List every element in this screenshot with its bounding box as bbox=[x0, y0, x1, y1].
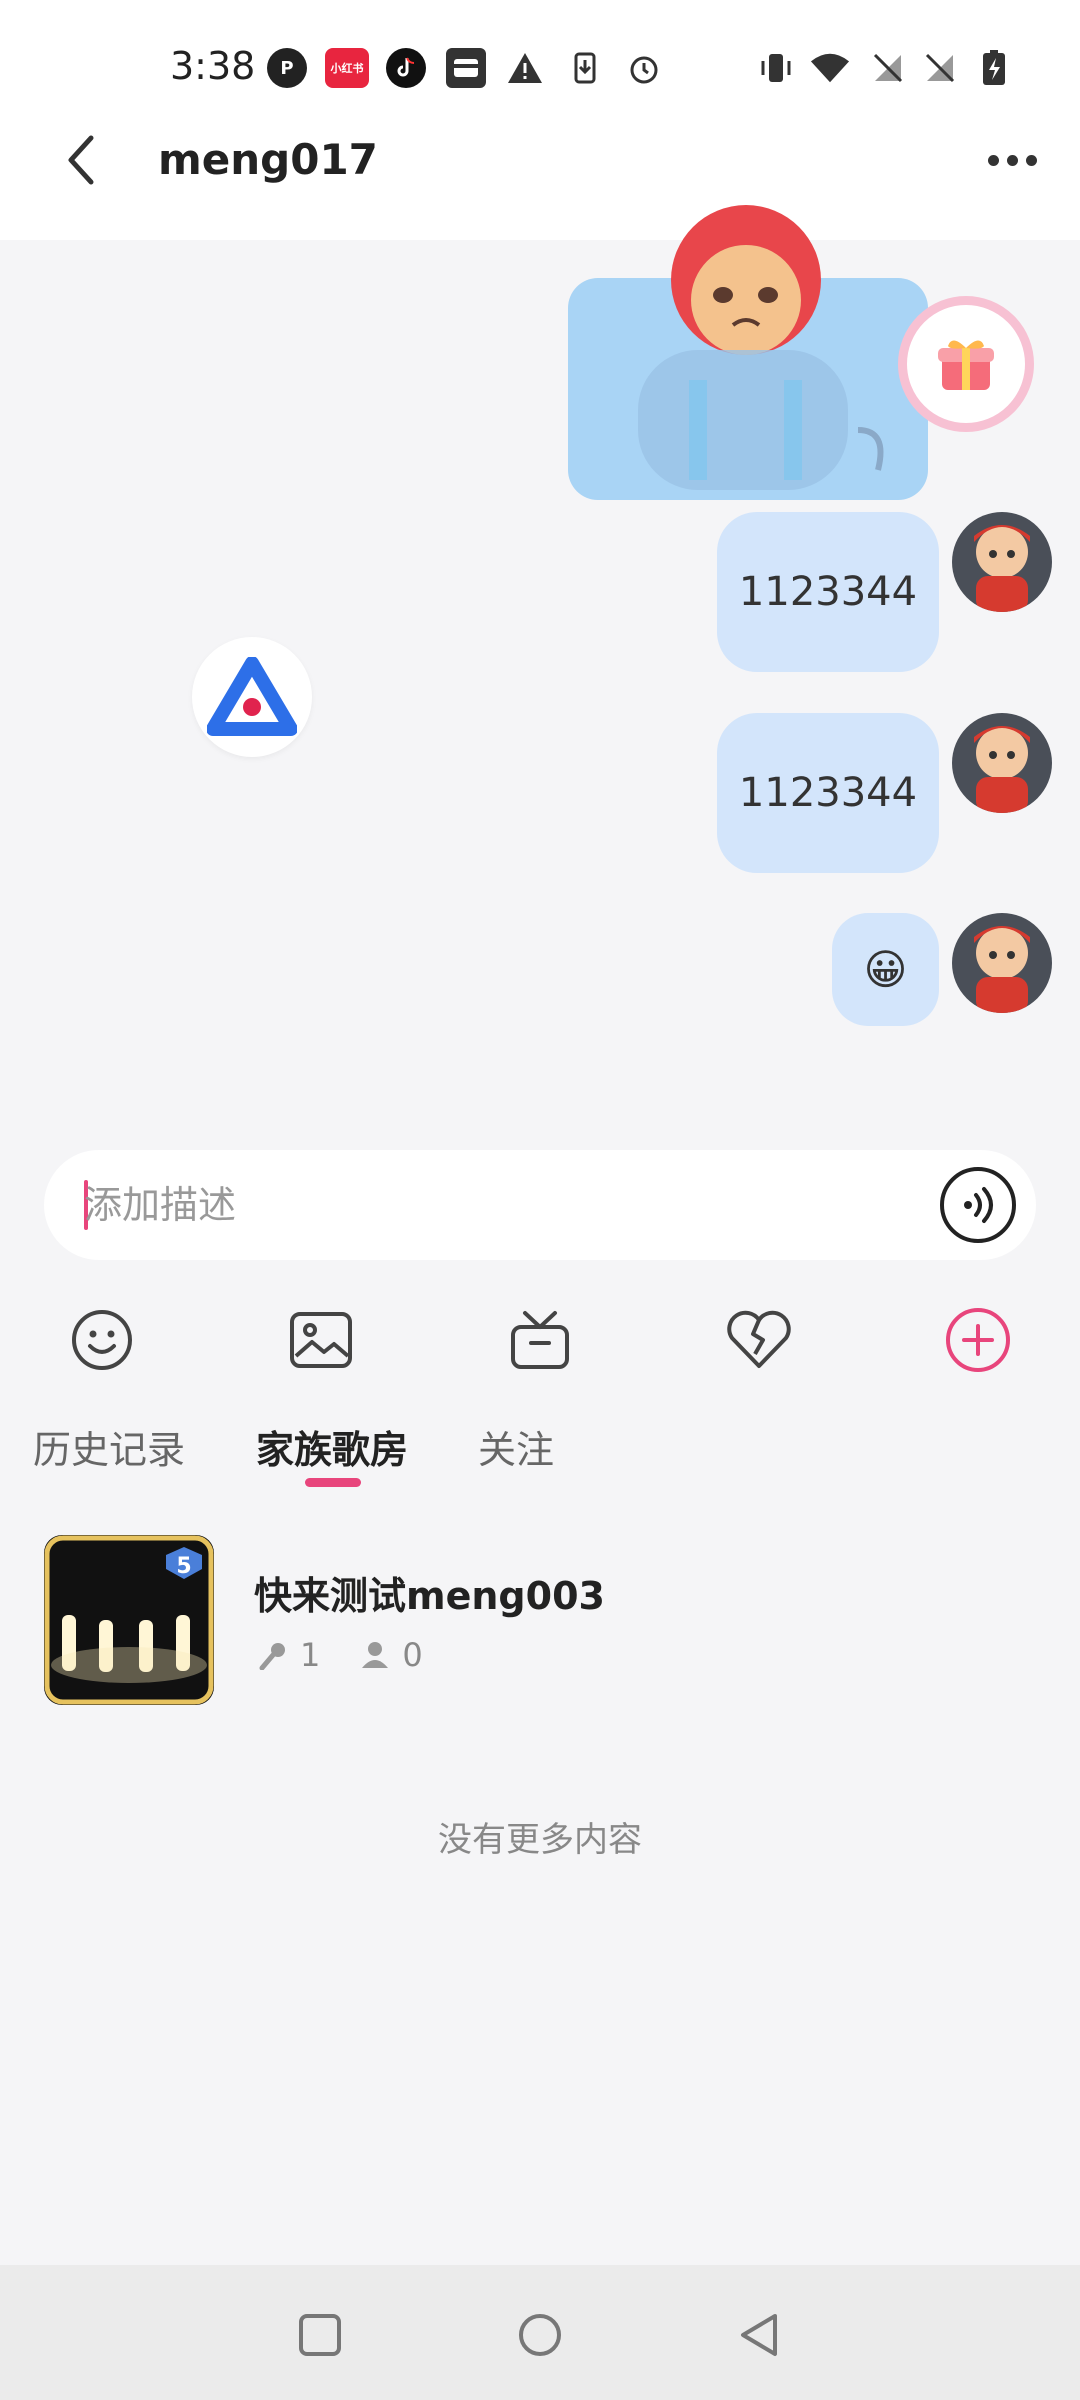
broken-heart-icon bbox=[727, 1310, 791, 1368]
vibrate-icon bbox=[756, 48, 796, 88]
gift-box-icon bbox=[511, 1311, 569, 1369]
no-sim-icon bbox=[868, 48, 908, 88]
add-more-button[interactable] bbox=[938, 1300, 1018, 1380]
battery-charging-icon bbox=[974, 48, 1014, 88]
tab-family-karaoke[interactable]: 家族歌房 bbox=[256, 1415, 408, 1485]
list-item[interactable]: 5 快来测试meng003 1 0 bbox=[44, 1535, 1036, 1705]
tab-bar: 历史记录 家族歌房 关注 bbox=[0, 1415, 1080, 1495]
wifi-icon bbox=[810, 48, 850, 88]
back-button[interactable] bbox=[50, 110, 110, 210]
chat-messages[interactable]: 1123344 1123344 😀 bbox=[0, 205, 1080, 1110]
image-icon bbox=[290, 1312, 352, 1368]
voice-icon bbox=[964, 1187, 993, 1223]
warning-icon bbox=[505, 48, 545, 88]
tab-history[interactable]: 历史记录 bbox=[33, 1415, 185, 1485]
message-bubble[interactable]: 1123344 bbox=[717, 512, 939, 672]
xiaohongshu-icon: 小红书 bbox=[325, 48, 369, 88]
message-bubble[interactable]: 😀 bbox=[832, 913, 939, 1026]
message-input-container bbox=[44, 1150, 1036, 1260]
more-dot-icon bbox=[1025, 154, 1037, 166]
emoji-icon bbox=[72, 1310, 132, 1370]
room-thumbnail: 5 bbox=[44, 1535, 214, 1705]
alarm-icon bbox=[624, 48, 664, 88]
message-text: 1123344 bbox=[738, 569, 918, 615]
no-sim-icon bbox=[920, 48, 960, 88]
tab-following[interactable]: 关注 bbox=[478, 1415, 554, 1485]
active-tab-indicator bbox=[305, 1478, 361, 1487]
message-text: 1123344 bbox=[738, 770, 918, 816]
people-stat: 0 bbox=[360, 1636, 423, 1674]
back-nav-button[interactable] bbox=[720, 2295, 800, 2375]
level-badge: 5 bbox=[176, 1554, 191, 1579]
gift-box-button[interactable] bbox=[500, 1300, 580, 1380]
sticker-message[interactable] bbox=[568, 200, 928, 500]
circle-icon bbox=[519, 2314, 561, 2356]
more-options-button[interactable] bbox=[972, 110, 1052, 210]
triangle-back-icon bbox=[741, 2314, 777, 2356]
mic-count: 1 bbox=[300, 1636, 321, 1674]
mic-stat: 1 bbox=[258, 1636, 320, 1674]
chat-title: meng017 bbox=[158, 135, 378, 184]
assistant-logo-icon bbox=[207, 657, 297, 736]
system-nav-bar bbox=[0, 2265, 1080, 2400]
microphone-icon bbox=[259, 1643, 285, 1670]
tiktok-icon bbox=[386, 48, 426, 88]
wallet-icon bbox=[446, 48, 486, 88]
parking-icon: P bbox=[267, 48, 307, 88]
add-icon bbox=[946, 1308, 1010, 1372]
emoji-text: 😀 bbox=[863, 945, 908, 994]
more-dot-icon bbox=[1006, 154, 1018, 166]
avatar[interactable] bbox=[952, 713, 1052, 813]
emoji-button[interactable] bbox=[62, 1300, 142, 1380]
download-icon bbox=[565, 48, 605, 88]
people-count: 0 bbox=[402, 1636, 423, 1674]
no-more-content-text: 没有更多内容 bbox=[438, 1820, 642, 1860]
avatar[interactable] bbox=[952, 512, 1052, 612]
chevron-left-icon bbox=[68, 135, 94, 185]
person-icon bbox=[362, 1642, 389, 1668]
home-button[interactable] bbox=[500, 2295, 580, 2375]
message-input[interactable] bbox=[84, 1150, 904, 1260]
assistant-logo-button[interactable] bbox=[192, 637, 312, 757]
avatar[interactable] bbox=[952, 913, 1052, 1013]
gift-icon bbox=[938, 340, 994, 390]
status-time: 3:38 bbox=[170, 44, 256, 88]
heart-button[interactable] bbox=[719, 1300, 799, 1380]
more-dot-icon bbox=[987, 154, 999, 166]
message-bubble[interactable]: 1123344 bbox=[717, 713, 939, 873]
room-stats: 1 0 bbox=[258, 1635, 463, 1675]
gift-button[interactable] bbox=[898, 296, 1034, 432]
image-button[interactable] bbox=[281, 1300, 361, 1380]
recent-apps-button[interactable] bbox=[280, 2295, 360, 2375]
square-icon bbox=[299, 2314, 341, 2356]
room-name: 快来测试meng003 bbox=[254, 1574, 605, 1618]
voice-button[interactable] bbox=[940, 1167, 1016, 1243]
input-toolbar bbox=[0, 1300, 1080, 1380]
